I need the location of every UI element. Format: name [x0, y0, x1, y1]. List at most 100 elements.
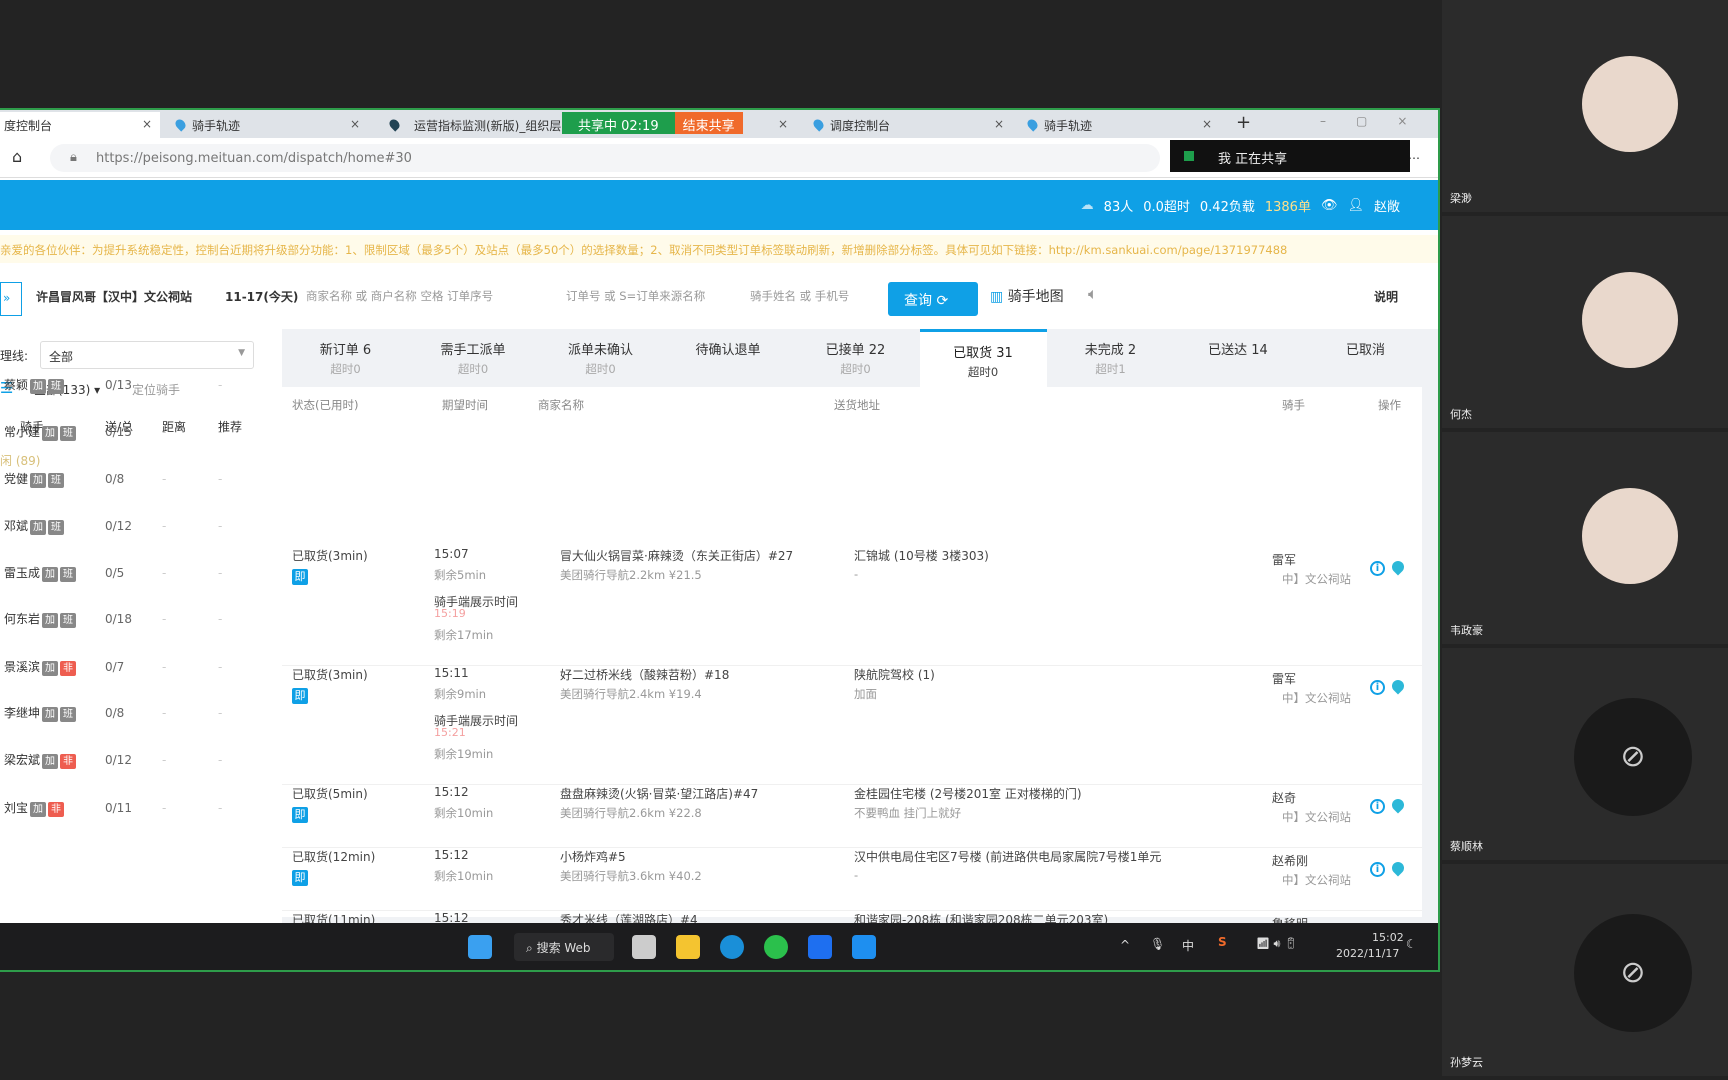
home-icon[interactable]: ⌂	[12, 147, 22, 166]
order-tab[interactable]: 派单未确认 超时0	[537, 329, 664, 387]
participant-tile[interactable]: ⊘ 孙梦云	[1442, 864, 1728, 1076]
col-rider[interactable]: 骑手	[1282, 397, 1305, 413]
window-controls[interactable]: –▢×	[1320, 114, 1437, 128]
station-name[interactable]: 许昌冒风哥【汉中】文公祠站	[36, 288, 192, 305]
order-tab[interactable]: 已送达 14	[1175, 329, 1302, 387]
order-tab[interactable]: 已取货 31 超时0	[919, 329, 1047, 387]
tag-extra: 加	[42, 661, 59, 676]
new-tab-button[interactable]: +	[1236, 112, 1251, 133]
date-select[interactable]: 11-17(今天)	[225, 288, 298, 305]
search-label: 搜索 Web	[536, 941, 591, 955]
speaker-icon[interactable]: 🔈︎	[1088, 284, 1098, 304]
close-icon[interactable]: ×	[1202, 117, 1212, 131]
rider-name[interactable]: 赵奇	[1272, 789, 1296, 806]
browser-tab[interactable]: 骑手轨迹 ×	[168, 112, 368, 138]
rider-row[interactable]: 梁宏斌加非 0/12 - -	[0, 743, 265, 787]
line-select[interactable]: 全部 ▼	[40, 341, 254, 369]
meeting-icon[interactable]	[852, 935, 876, 959]
rider-row[interactable]: 邓斌加班 0/12 - -	[0, 509, 265, 553]
order-tab[interactable]: 未完成 2 超时1	[1047, 329, 1174, 387]
rider-row[interactable]: 党健加班 0/8 - -	[0, 462, 265, 506]
location-pin-icon[interactable]	[1389, 677, 1407, 695]
network-volume-battery-icons[interactable]: 📶︎ 🔊︎ 🔋︎	[1256, 937, 1298, 951]
info-icon[interactable]: i	[1370, 561, 1385, 576]
rider-row[interactable]: 蔡颖加班 0/13 - -	[0, 368, 265, 412]
order-search-input[interactable]: 订单号 或 S=订单来源名称	[566, 288, 705, 304]
location-pin-icon[interactable]	[1389, 558, 1407, 576]
order-row[interactable]: 已取货(3min) 即 15:07 剩余5min 骑手端展示时间 15:19 剩余…	[282, 547, 1422, 666]
browser-tab[interactable]: 骑手轨迹 ×	[1020, 112, 1220, 138]
task-view-icon[interactable]	[632, 935, 656, 959]
close-icon[interactable]: ×	[350, 117, 360, 131]
info-icon[interactable]: i	[1370, 680, 1385, 695]
moon-icon[interactable]: ☾	[1406, 937, 1417, 951]
location-pin-icon[interactable]	[1389, 796, 1407, 814]
rider-row[interactable]: 何东岩加班 0/18 - -	[0, 602, 265, 646]
rider-count: 0/7	[105, 660, 125, 674]
rider-row[interactable]: 常小建加班 0/15 - -	[0, 415, 265, 459]
filter-bar: » 许昌冒风哥【汉中】文公祠站 11-17(今天) 商家名称 或 商户名称 空格…	[0, 270, 1438, 320]
file-explorer-icon[interactable]	[676, 935, 700, 959]
browser-tab[interactable]: 调度控制台 ×	[806, 112, 1012, 138]
rider-row[interactable]: 刘宝加非 0/11 - -	[0, 791, 265, 835]
order-row[interactable]: 已取货(3min) 即 15:11 剩余9min 骑手端展示时间 15:21 剩余…	[282, 666, 1422, 785]
info-icon[interactable]: i	[1370, 862, 1385, 877]
order-panel: 新订单 6 超时0 需手工派单 超时0 派单未确认 超时0 待确认退单 已接单 22 超时0 已取…	[282, 329, 1438, 950]
sogou-icon[interactable]: S	[1218, 935, 1227, 949]
rider-row[interactable]: 李继坤加班 0/8 - -	[0, 696, 265, 740]
drop-icon	[1025, 117, 1040, 132]
location-pin-icon[interactable]	[1389, 859, 1407, 877]
rider-row[interactable]: 雷玉成加班 0/5 - -	[0, 556, 265, 600]
tray-chevron-icon[interactable]: ^	[1120, 938, 1130, 952]
order-tab[interactable]: 待确认退单	[665, 329, 792, 387]
ime-indicator[interactable]: 中	[1182, 937, 1194, 954]
app-icon[interactable]	[808, 935, 832, 959]
close-icon[interactable]: ×	[994, 117, 1004, 131]
order-tab[interactable]: 已取消	[1302, 329, 1429, 387]
close-icon[interactable]: ×	[142, 117, 152, 131]
rider-name[interactable]: 雷军	[1272, 551, 1296, 568]
rider-name: 邓斌	[4, 519, 29, 533]
rider-name[interactable]: 雷军	[1272, 670, 1296, 687]
collapse-button[interactable]: »	[0, 282, 22, 316]
participant-tile[interactable]: 梁渺	[1442, 0, 1728, 212]
participant-tile[interactable]: ⊘ 蔡顺林	[1442, 648, 1728, 860]
user-name[interactable]: 赵敞	[1374, 196, 1400, 215]
edge-icon[interactable]	[720, 935, 744, 959]
participant-tile[interactable]: 韦政豪	[1442, 432, 1728, 644]
col-merchant[interactable]: 商家名称	[538, 397, 584, 413]
merchant-name[interactable]: 小杨炸鸡#5	[560, 848, 626, 865]
start-icon[interactable]	[468, 935, 492, 959]
order-tab[interactable]: 新订单 6 超时0	[282, 329, 409, 387]
order-row[interactable]: 已取货(12min) 即 15:12 剩余10min 小杨炸鸡#5 美团骑行导航3…	[282, 848, 1422, 911]
order-row[interactable]: 已取货(5min) 即 15:12 剩余10min 盘盘麻辣烫(火锅·冒菜·望江路…	[282, 785, 1422, 848]
merchant-name[interactable]: 盘盘麻辣烫(火锅·冒菜·望江路店)#47	[560, 785, 758, 802]
rider-row[interactable]: 景溪滨加非 0/7 - -	[0, 650, 265, 694]
merchant-name[interactable]: 冒大仙火锅冒菜·麻辣烫（东关正街店）#27	[560, 547, 793, 564]
rider-recommend: -	[218, 566, 223, 580]
merchant-name[interactable]: 好二过桥米线（酸辣苕粉）#18	[560, 666, 729, 683]
query-button[interactable]: 查询 ⟳	[888, 282, 978, 316]
url-input[interactable]: 🔒︎ https://peisong.meituan.com/dispatch/h…	[50, 144, 1160, 172]
rider-search-input[interactable]: 骑手姓名 或 手机号	[750, 288, 849, 304]
col-status[interactable]: 状态(已用时)	[292, 397, 358, 413]
tag-shift: 班	[60, 613, 77, 628]
merchant-search-input[interactable]: 商家名称 或 商户名称 空格 订单序号	[306, 288, 493, 304]
close-icon[interactable]: ×	[778, 117, 788, 131]
browser-tab[interactable]: 度控制台 ×	[0, 112, 160, 138]
wechat-icon[interactable]	[764, 935, 788, 959]
order-tab[interactable]: 需手工派单 超时0	[410, 329, 537, 387]
mic-icon[interactable]: 🎙︎	[1150, 937, 1165, 951]
info-icon[interactable]: i	[1370, 799, 1385, 814]
eye-icon[interactable]: 👁︎	[1321, 198, 1338, 213]
participant-tile[interactable]: 何杰	[1442, 216, 1728, 428]
navigation-info: 美团骑行导航2.4km ¥19.4	[560, 687, 702, 701]
order-tab[interactable]: 已接单 22 超时0	[792, 329, 919, 387]
col-address[interactable]: 送货地址	[834, 397, 880, 413]
help-link[interactable]: 说明	[1374, 288, 1398, 305]
col-expected-time[interactable]: 期望时间	[442, 397, 488, 413]
end-share-button[interactable]: 结束共享	[674, 112, 743, 134]
rider-map-button[interactable]: ▥ 骑手地图	[990, 286, 1064, 306]
rider-name[interactable]: 赵希刚	[1272, 852, 1308, 869]
taskbar-search[interactable]: ⌕ 搜索 Web	[514, 933, 614, 961]
